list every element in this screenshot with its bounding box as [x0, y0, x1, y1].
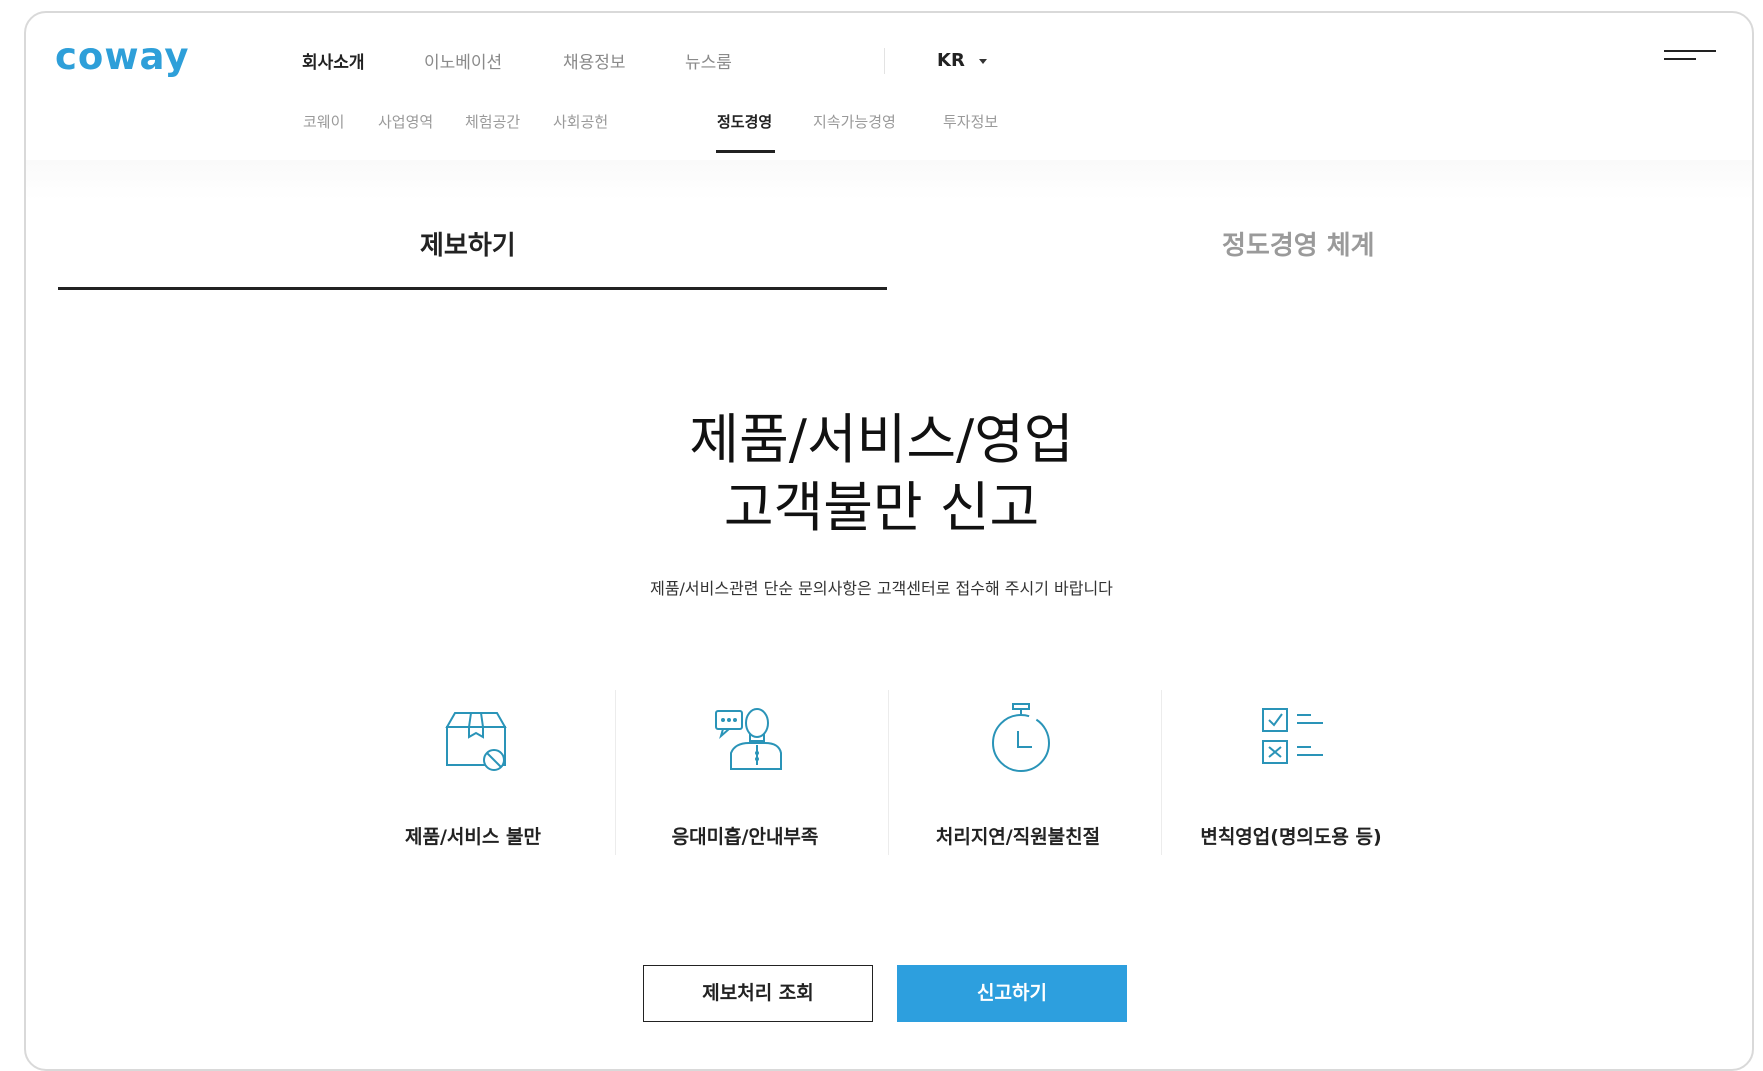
- category-label: 응대미흡/안내부족: [671, 826, 819, 848]
- gnb-item-careers[interactable]: 채용정보: [563, 48, 626, 73]
- category-label: 변칙영업(명의도용 등): [1200, 826, 1382, 848]
- lnb-item-coway[interactable]: 코웨이: [303, 111, 344, 132]
- tab-report[interactable]: 제보하기: [420, 225, 516, 262]
- hero-subtitle: 제품/서비스관련 단순 문의사항은 고객센터로 접수해 주시기 바랍니다: [650, 579, 1113, 598]
- box-prohibited-icon: [445, 712, 507, 771]
- gnb-item-innovation[interactable]: 이노베이션: [424, 48, 502, 73]
- file-report-button[interactable]: 신고하기: [897, 965, 1127, 1022]
- gnb-item-company[interactable]: 회사소개: [302, 48, 365, 73]
- nav-divider: [884, 48, 885, 74]
- gnb-item-newsroom[interactable]: 뉴스룸: [685, 48, 732, 73]
- category-delay[interactable]: 처리지연/직원불친절: [881, 690, 1155, 855]
- lnb-active-indicator: [716, 150, 775, 153]
- stopwatch-icon: [992, 703, 1050, 772]
- report-lookup-button[interactable]: 제보처리 조회: [643, 965, 873, 1022]
- coway-logo[interactable]: coway: [55, 35, 189, 78]
- tab-active-indicator: [58, 287, 887, 290]
- hero-title-line2: 고객불만 신고: [723, 476, 1040, 539]
- lnb-item-experience[interactable]: 체험공간: [465, 111, 520, 132]
- lnb-item-business[interactable]: 사업영역: [378, 111, 433, 132]
- lnb-item-sustainability[interactable]: 지속가능경영: [813, 111, 896, 132]
- category-label: 처리지연/직원불친절: [935, 826, 1101, 848]
- language-label: KR: [937, 50, 965, 71]
- agent-chat-icon: [715, 708, 782, 770]
- category-irregular-sales[interactable]: 변칙영업(명의도용 등): [1154, 690, 1428, 855]
- checklist-icon: [1262, 708, 1323, 764]
- category-product-service[interactable]: 제품/서비스 불만: [336, 690, 610, 855]
- lnb-item-ethics[interactable]: 정도경영: [717, 111, 772, 132]
- tab-ethics-system[interactable]: 정도경영 체계: [1222, 225, 1375, 262]
- lnb-item-social[interactable]: 사회공헌: [553, 111, 608, 132]
- language-selector[interactable]: KR: [937, 50, 987, 71]
- complaint-categories: 제품/서비스 불만 응대미흡/안내부족 처리지연/직원불친절 변칙영업(명의도용…: [336, 690, 1436, 855]
- menu-icon[interactable]: [1664, 50, 1716, 66]
- hero-title-line1: 제품/서비스/영업: [689, 408, 1074, 471]
- caret-down-icon: [978, 58, 987, 64]
- lnb-item-investors[interactable]: 투자정보: [943, 111, 998, 132]
- category-label: 제품/서비스 불만: [405, 826, 541, 848]
- category-response[interactable]: 응대미흡/안내부족: [608, 690, 882, 855]
- header-shade: [26, 160, 1752, 200]
